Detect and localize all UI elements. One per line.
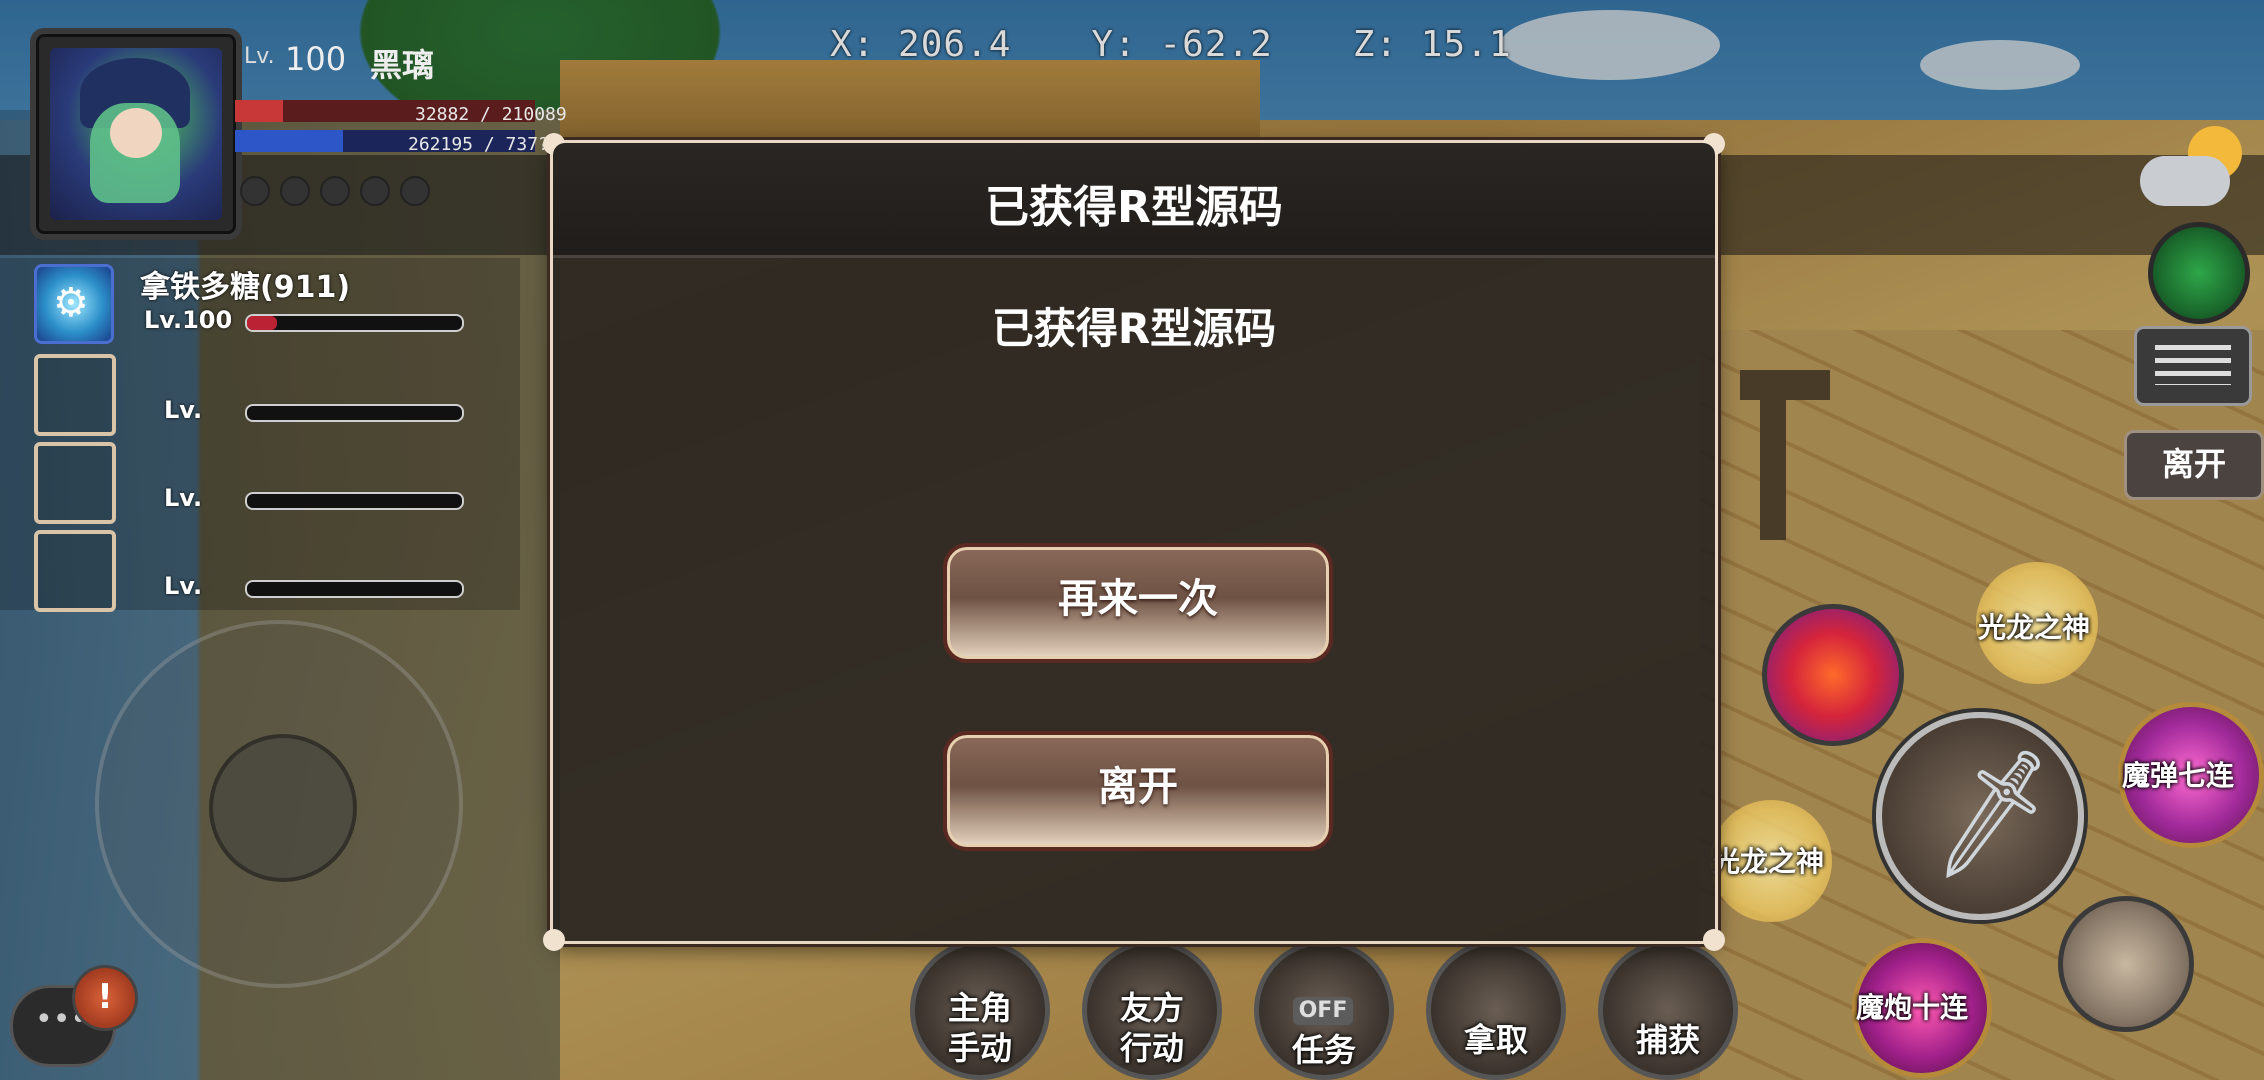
party-member-2-bar <box>245 404 464 422</box>
buff-slots <box>240 176 430 206</box>
gear-clock-icon: ⚙ <box>53 280 89 326</box>
player-level: 100 <box>285 40 347 78</box>
buff-slot <box>360 176 390 206</box>
party-member-1-icon[interactable]: ⚙ <box>34 264 114 344</box>
ally-action-label-1: 友方 <box>1119 989 1184 1027</box>
coord-y: Y: -62.2 <box>1091 24 1273 65</box>
hero-manual-label-2: 手动 <box>947 1029 1012 1067</box>
mp-fill <box>235 130 343 152</box>
ally-action-label-2: 行动 <box>1119 1029 1184 1067</box>
leave-button[interactable]: 离开 <box>943 731 1333 851</box>
buff-slot <box>400 176 430 206</box>
exclamation-icon: ! <box>97 977 113 1017</box>
joystick-knob[interactable] <box>209 734 357 882</box>
avatar-face <box>110 108 162 158</box>
quest-off-badge: OFF <box>1293 997 1353 1025</box>
capture-label: 捕获 <box>1635 1021 1700 1059</box>
radar-minimap[interactable] <box>2148 222 2250 324</box>
party-member-1-name: 拿铁多糖(911) <box>140 270 351 305</box>
dialog-message: 已获得R型源码 <box>991 304 1277 353</box>
party-bar-fill <box>247 316 278 330</box>
coord-z: Z: 15.1 <box>1352 24 1512 65</box>
coord-x: X: 206.4 <box>830 24 1012 65</box>
movement-joystick[interactable] <box>95 620 463 988</box>
party-member-2-level: Lv. <box>164 396 203 424</box>
skill-light-dragon-1-label: 光龙之神 <box>1978 611 2091 644</box>
buff-slot <box>280 176 310 206</box>
message-lines-icon <box>2155 345 2231 385</box>
cloud-icon <box>2140 156 2230 206</box>
skill-magic-seven-label: 魔弹七连 <box>2122 759 2235 792</box>
dialog-corner-ornament <box>543 929 565 951</box>
leave-side-button[interactable]: 离开 <box>2124 430 2264 500</box>
buff-slot <box>240 176 270 206</box>
skill-fire-button[interactable] <box>1762 604 1904 746</box>
alert-button[interactable]: ! <box>72 965 138 1031</box>
party-member-4-bar <box>245 580 464 598</box>
party-slot-3[interactable] <box>34 442 116 524</box>
player-hp-text: 32882 / 210089 <box>415 104 567 125</box>
dialog-corner-ornament <box>1703 929 1725 951</box>
message-button[interactable] <box>2134 326 2252 406</box>
quest-button[interactable]: OFF 任务 <box>1254 940 1394 1080</box>
quest-label: 任务 <box>1291 1031 1356 1069</box>
party-member-1-bar <box>245 314 464 332</box>
hero-manual-button[interactable]: 主角 手动 <box>910 940 1050 1080</box>
retry-button[interactable]: 再来一次 <box>943 543 1333 663</box>
hp-fill <box>235 100 283 122</box>
reward-dialog: 已获得R型源码 已获得R型源码 再来一次 离开 <box>543 133 1725 951</box>
sword-icon: 🗡 <box>1911 737 2072 889</box>
dialog-title: 已获得R型源码 <box>985 182 1283 233</box>
buff-slot <box>320 176 350 206</box>
party-member-3-level: Lv. <box>164 484 203 512</box>
skill-wing-button[interactable] <box>2058 896 2194 1032</box>
hero-manual-label-1: 主角 <box>947 989 1012 1027</box>
grab-label: 拿取 <box>1463 1021 1528 1059</box>
grab-button[interactable]: 拿取 <box>1426 940 1566 1080</box>
weather-icon <box>2140 120 2250 210</box>
party-member-3-bar <box>245 492 464 510</box>
skill-cannon-ten-label: 魔炮十连 <box>1856 991 1969 1024</box>
dialog-header: 已获得R型源码 <box>553 143 1715 258</box>
attack-button[interactable]: 🗡 <box>1876 712 2084 920</box>
player-avatar <box>50 48 222 220</box>
party-slot-4[interactable] <box>34 530 116 612</box>
party-slot-2[interactable] <box>34 354 116 436</box>
player-level-label: Lv. <box>244 44 275 69</box>
player-name: 黑璃 <box>370 46 435 84</box>
party-member-1-level: Lv.100 <box>144 306 233 334</box>
skill-light-dragon-2-label: 光龙之神 <box>1712 845 1825 878</box>
party-member-4-level: Lv. <box>164 572 203 600</box>
coordinates-readout: X: 206.4 Y: -62.2 Z: 15.1 <box>830 24 1512 65</box>
player-portrait-frame[interactable] <box>30 28 242 240</box>
capture-button[interactable]: 捕获 <box>1598 940 1738 1080</box>
ally-action-button[interactable]: 友方 行动 <box>1082 940 1222 1080</box>
